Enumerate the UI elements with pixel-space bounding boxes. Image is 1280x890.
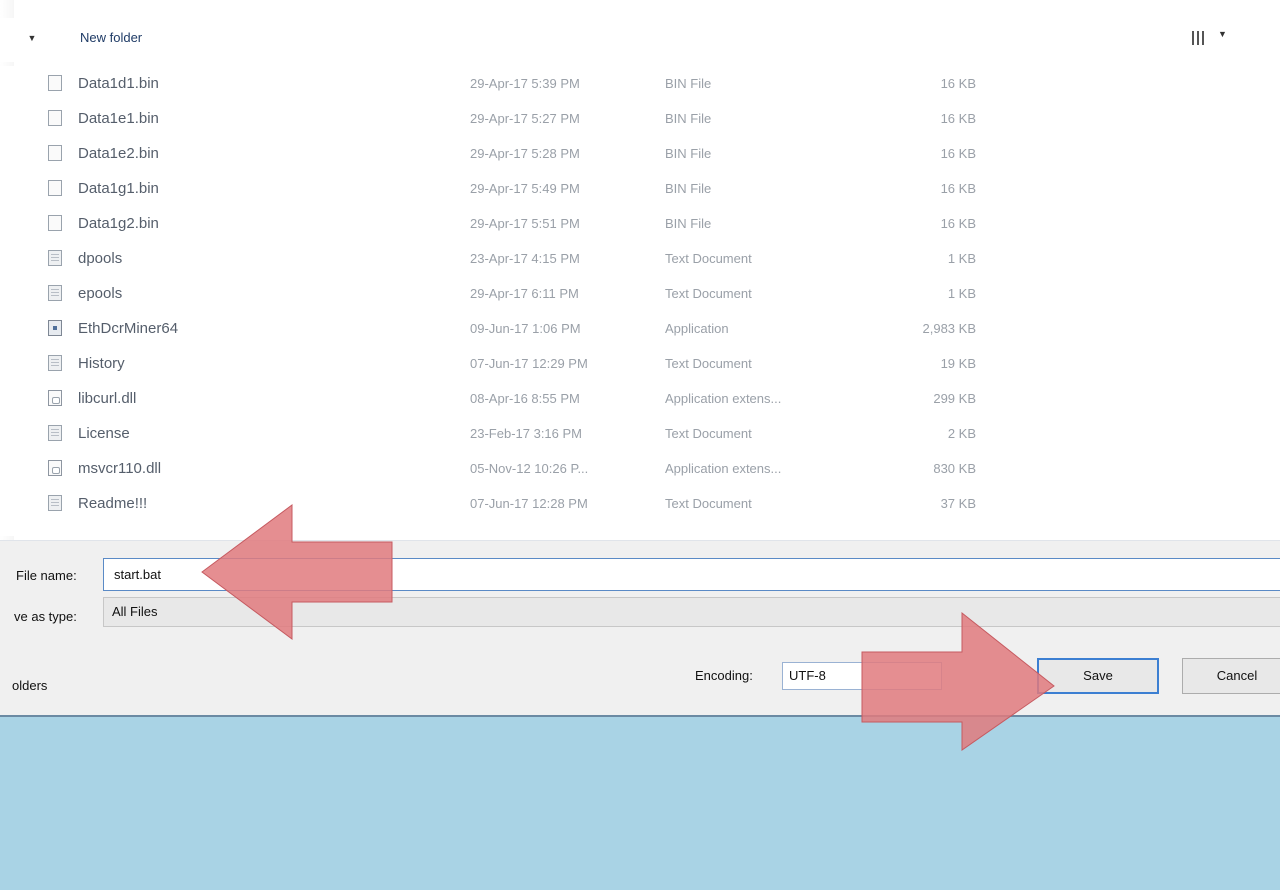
file-name-cell: libcurl.dll <box>78 390 137 407</box>
desktop-background <box>0 715 1280 890</box>
file-type-cell: BIN File <box>665 76 712 91</box>
file-date-cell: 23-Apr-17 4:15 PM <box>470 251 580 266</box>
file-type-cell: Text Document <box>665 426 752 441</box>
annotation-arrow-left-icon <box>201 504 393 640</box>
file-type-cell: Text Document <box>665 356 752 371</box>
view-options-button[interactable]: ▼ <box>1182 28 1252 50</box>
file-row[interactable]: Data1e2.bin 29-Apr-17 5:28 PM BIN File 16 K… <box>0 136 1280 171</box>
file-name-cell: Readme!!! <box>78 495 148 512</box>
file-size-cell: 2 KB <box>947 426 976 441</box>
file-name-cell: History <box>78 355 125 372</box>
file-icon <box>48 215 62 231</box>
file-type-cell: BIN File <box>665 181 712 196</box>
text-document-icon <box>48 355 62 371</box>
file-type-cell: BIN File <box>665 216 712 231</box>
file-name-label: File name: <box>16 568 77 583</box>
file-type-cell: Application <box>665 321 729 336</box>
file-type-cell: Text Document <box>665 286 752 301</box>
file-size-cell: 19 KB <box>940 356 976 371</box>
file-size-cell: 16 KB <box>940 146 976 161</box>
hide-folders-toggle[interactable]: olders <box>12 678 47 693</box>
text-document-icon <box>48 250 62 266</box>
file-date-cell: 05-Nov-12 10:26 P... <box>470 461 589 476</box>
text-document-icon <box>48 285 62 301</box>
file-icon <box>48 145 62 161</box>
new-folder-button[interactable]: New folder <box>80 30 142 45</box>
save-dialog-screenshot: ▼ New folder ▼ Data1d1.bin 29-Apr-17 5:39… <box>0 0 1280 890</box>
file-row[interactable]: msvcr110.dll 05-Nov-12 10:26 P... Applicat… <box>0 451 1280 486</box>
file-size-cell: 16 KB <box>940 76 976 91</box>
file-name-cell: License <box>78 425 130 442</box>
cancel-button[interactable]: Cancel <box>1182 658 1280 694</box>
file-size-cell: 2,983 KB <box>922 321 977 336</box>
file-name-cell: dpools <box>78 250 123 267</box>
file-name-cell: Data1g2.bin <box>78 215 159 232</box>
file-list: Data1d1.bin 29-Apr-17 5:39 PM BIN File 16 K… <box>0 66 1280 536</box>
dialog-toolbar: ▼ New folder ▼ <box>0 18 1280 62</box>
file-size-cell: 1 KB <box>947 286 976 301</box>
file-name-cell: Data1e2.bin <box>78 145 159 162</box>
file-icon <box>48 110 62 126</box>
file-date-cell: 29-Apr-17 5:27 PM <box>470 111 580 126</box>
text-document-icon <box>48 425 62 441</box>
dll-icon <box>48 390 62 406</box>
file-date-cell: 08-Apr-16 8:55 PM <box>470 391 580 406</box>
file-type-cell: Text Document <box>665 496 752 511</box>
file-icon <box>48 75 62 91</box>
text-document-icon <box>48 495 62 511</box>
file-row[interactable]: EthDcrMiner64 09-Jun-17 1:06 PM Applicatio… <box>0 311 1280 346</box>
file-date-cell: 29-Apr-17 5:51 PM <box>470 216 580 231</box>
file-name-cell: Data1g1.bin <box>78 180 159 197</box>
save-as-type-label: ve as type: <box>14 609 77 624</box>
file-row[interactable]: epools 29-Apr-17 6:11 PM Text Document 1 KB <box>0 276 1280 311</box>
file-type-cell: Application extens... <box>665 461 782 476</box>
application-icon <box>48 320 62 336</box>
file-row[interactable]: libcurl.dll 08-Apr-16 8:55 PM Application … <box>0 381 1280 416</box>
file-name-cell: Data1e1.bin <box>78 110 159 127</box>
file-type-cell: BIN File <box>665 146 712 161</box>
file-size-cell: 830 KB <box>933 461 976 476</box>
file-name-cell: msvcr110.dll <box>78 460 162 477</box>
encoding-label: Encoding: <box>695 668 753 683</box>
file-row[interactable]: Data1e1.bin 29-Apr-17 5:27 PM BIN File 16 K… <box>0 101 1280 136</box>
file-date-cell: 29-Apr-17 5:28 PM <box>470 146 580 161</box>
file-row[interactable]: Data1g1.bin 29-Apr-17 5:49 PM BIN File 16 K… <box>0 171 1280 206</box>
file-date-cell: 29-Apr-17 6:11 PM <box>470 286 579 301</box>
file-date-cell: 29-Apr-17 5:39 PM <box>470 76 580 91</box>
file-size-cell: 299 KB <box>933 391 976 406</box>
file-type-cell: BIN File <box>665 111 712 126</box>
file-row[interactable]: License 23-Feb-17 3:16 PM Text Document 2 K… <box>0 416 1280 451</box>
file-size-cell: 16 KB <box>940 111 976 126</box>
file-name-cell: Data1d1.bin <box>78 75 159 92</box>
file-date-cell: 07-Jun-17 12:29 PM <box>470 356 588 371</box>
file-name-cell: EthDcrMiner64 <box>78 320 179 337</box>
file-type-cell: Application extens... <box>665 391 782 406</box>
view-options-icon <box>1192 31 1206 45</box>
file-row[interactable]: dpools 23-Apr-17 4:15 PM Text Document 1 KB <box>0 241 1280 276</box>
file-size-cell: 37 KB <box>940 496 976 511</box>
file-date-cell: 07-Jun-17 12:28 PM <box>470 496 588 511</box>
file-date-cell: 23-Feb-17 3:16 PM <box>470 426 583 441</box>
file-date-cell: 09-Jun-17 1:06 PM <box>470 321 581 336</box>
file-icon <box>48 180 62 196</box>
file-size-cell: 16 KB <box>940 216 976 231</box>
file-row[interactable]: Data1g2.bin 29-Apr-17 5:51 PM BIN File 16 K… <box>0 206 1280 241</box>
file-row[interactable]: History 07-Jun-17 12:29 PM Text Document 19… <box>0 346 1280 381</box>
file-size-cell: 1 KB <box>947 251 976 266</box>
file-type-cell: Text Document <box>665 251 752 266</box>
annotation-arrow-right-icon <box>861 611 1055 751</box>
file-row[interactable]: Data1d1.bin 29-Apr-17 5:39 PM BIN File 16 K… <box>0 66 1280 101</box>
file-name-cell: epools <box>78 285 123 302</box>
chevron-down-icon: ▼ <box>1218 29 1227 39</box>
file-date-cell: 29-Apr-17 5:49 PM <box>470 181 580 196</box>
organize-dropdown-caret-icon[interactable]: ▼ <box>24 30 40 46</box>
dll-icon <box>48 460 62 476</box>
file-size-cell: 16 KB <box>940 181 976 196</box>
